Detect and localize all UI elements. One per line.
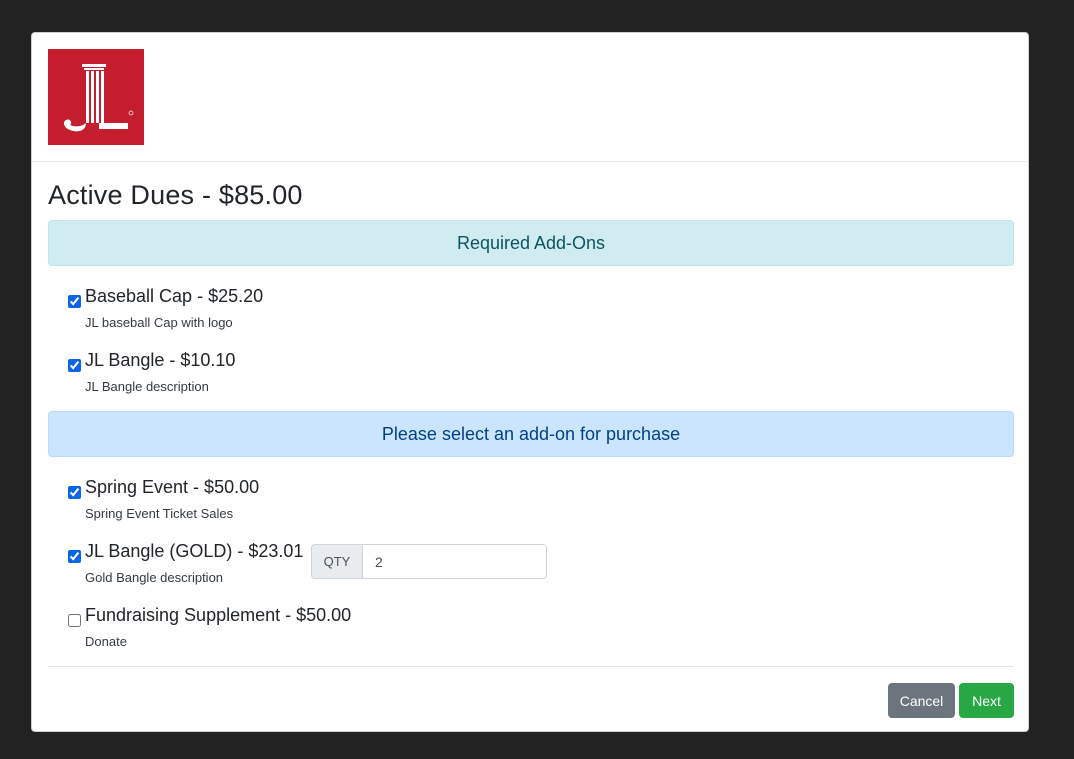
- addon-name: JL Bangle - $10.10: [85, 350, 236, 370]
- required-addons-label: Required Add-Ons: [456, 233, 606, 253]
- qty-label: QTY: [311, 544, 362, 579]
- addon-name: Baseball Cap - $25.20: [85, 286, 264, 306]
- addon-checkbox-jl-bangle-gold[interactable]: [68, 550, 81, 563]
- addon-checkbox-jl-bangle[interactable]: [68, 359, 81, 372]
- required-addons-banner: Required Add-Ons: [48, 220, 1014, 266]
- addon-description: JL baseball Cap with logo: [85, 315, 233, 330]
- addon-description: Spring Event Ticket Sales: [85, 506, 234, 521]
- junior-league-logo: [48, 49, 144, 145]
- addon-checkbox-fundraising-supplement[interactable]: [68, 614, 81, 627]
- addon-description: JL Bangle description: [85, 379, 209, 394]
- optional-addons-banner: Please select an add-on for purchase: [48, 411, 1014, 457]
- next-button[interactable]: Next: [959, 683, 1014, 718]
- modal-header: [32, 33, 1028, 162]
- cancel-button[interactable]: Cancel: [888, 683, 955, 718]
- addon-name: JL Bangle (GOLD) - $23.01: [85, 541, 304, 561]
- addon-description: Donate: [85, 634, 127, 649]
- add-ons-modal: Active Dues - $85.00 Required Add-Ons Ba…: [31, 32, 1029, 732]
- quantity-field[interactable]: [362, 544, 547, 579]
- footer-divider: [48, 666, 1014, 667]
- addon-description: Gold Bangle description: [85, 570, 224, 585]
- quantity-input-group: QTY: [311, 544, 547, 579]
- addon-checkbox-baseball-cap[interactable]: [68, 295, 81, 308]
- page-title: Active Dues - $85.00: [48, 180, 303, 210]
- addon-name: Spring Event - $50.00: [85, 477, 260, 497]
- addon-name: Fundraising Supplement - $50.00: [85, 605, 352, 625]
- addon-checkbox-spring-event[interactable]: [68, 486, 81, 499]
- optional-addons-label: Please select an add-on for purchase: [381, 424, 681, 444]
